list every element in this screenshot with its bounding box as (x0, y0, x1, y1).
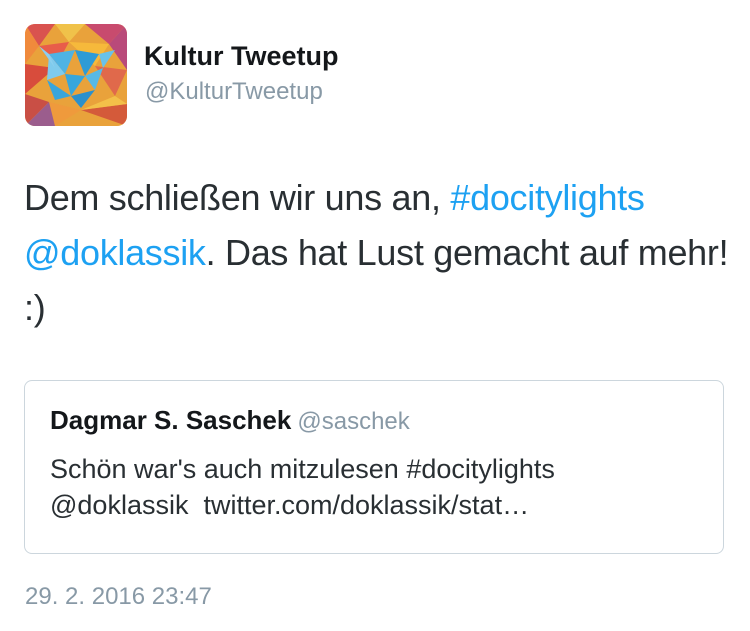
hashtag-link[interactable]: #docitylights (450, 177, 645, 218)
quoted-author-handle: @saschek (297, 408, 410, 435)
quoted-tweet-line2: @doklassik twitter.com/doklassik/stat… (50, 487, 700, 523)
mention-link[interactable]: @doklassik (24, 232, 206, 273)
quoted-mention: @doklassik (50, 490, 189, 520)
tweet-text-part1: Dem schließen wir uns an, (24, 177, 451, 218)
tweet-text: Dem schließen wir uns an, #docitylights @… (24, 170, 734, 335)
quoted-tweet-header: Dagmar S. Saschek @saschek (50, 405, 410, 436)
quoted-author-name: Dagmar S. Saschek (50, 405, 292, 435)
author-handle[interactable]: @KulturTweetup (145, 78, 323, 106)
quoted-link: twitter.com/doklassik/stat… (203, 490, 530, 520)
quoted-tweet-text: Schön war's auch mitzulesen #docitylight… (50, 451, 700, 523)
quoted-tweet[interactable]: Dagmar S. Saschek @saschek Schön war's au… (24, 380, 724, 554)
avatar[interactable] (25, 24, 127, 126)
tweet-timestamp[interactable]: 29. 2. 2016 23:47 (25, 583, 212, 611)
bird-mosaic-icon (25, 24, 127, 126)
quoted-tweet-line1: Schön war's auch mitzulesen #docitylight… (50, 454, 555, 484)
author-display-name[interactable]: Kultur Tweetup (144, 41, 338, 72)
